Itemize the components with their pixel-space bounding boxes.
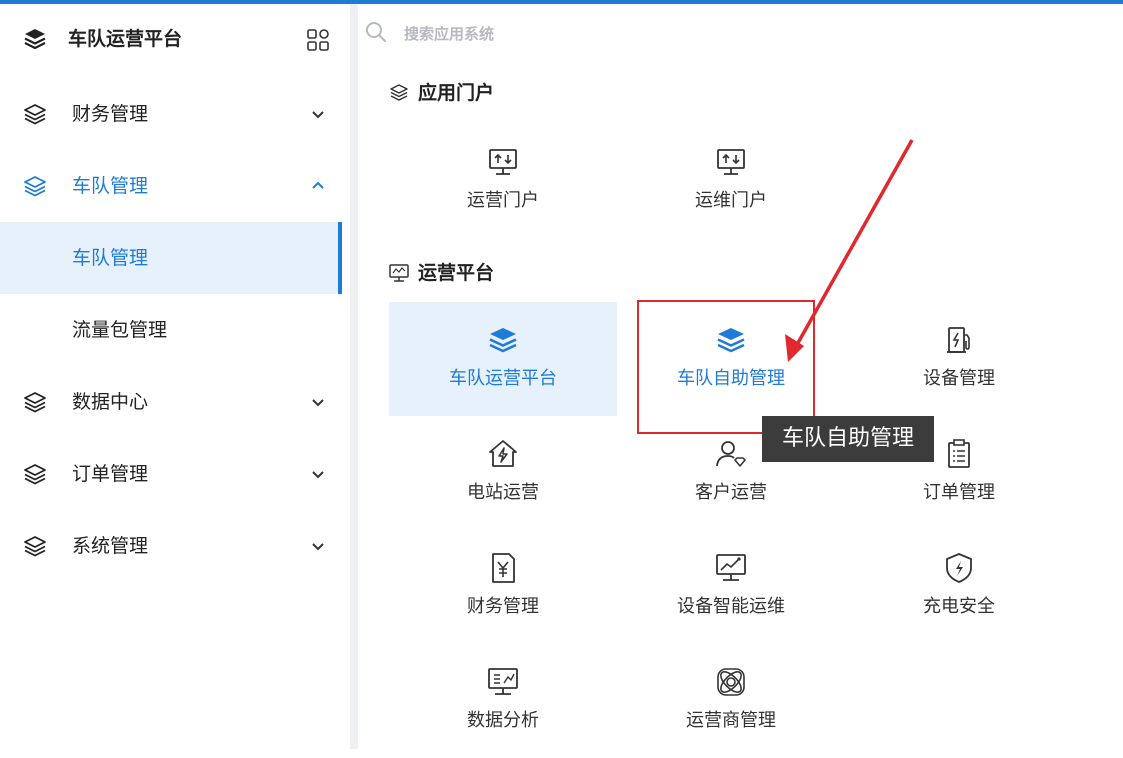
section-title-label: 运营平台 bbox=[418, 262, 495, 284]
sidebar-item-system[interactable]: 系统管理 bbox=[0, 510, 342, 582]
monitor-chart-icon bbox=[716, 554, 746, 581]
app-tile-label: 车队运营平台 bbox=[449, 368, 557, 389]
layers-icon bbox=[24, 176, 46, 197]
app-tile-charging-safety[interactable]: 充电安全 bbox=[845, 530, 1073, 644]
app-tile-label: 设备管理 bbox=[923, 368, 995, 389]
user-diamond-icon bbox=[716, 441, 746, 467]
sidebar-subitem-fleet-management[interactable]: 车队管理 bbox=[0, 222, 342, 294]
layers-icon bbox=[24, 536, 46, 557]
app-tile-label: 充电安全 bbox=[923, 596, 995, 617]
yen-doc-icon bbox=[492, 553, 515, 583]
sidebar: 车队运营平台 财务管理 车队管理 车队管理 流量包管理 数据中心 订单管理 系统… bbox=[0, 4, 350, 749]
app-tile-label: 电站运营 bbox=[467, 482, 539, 503]
monitor-icon bbox=[389, 264, 409, 282]
app-tile-label: 数据分析 bbox=[467, 710, 539, 731]
app-tile-data-analysis[interactable]: 数据分析 bbox=[389, 644, 617, 758]
sidebar-item-fleet[interactable]: 车队管理 bbox=[0, 150, 342, 222]
layers-logo-icon bbox=[24, 29, 46, 50]
app-tile-label: 运营商管理 bbox=[686, 710, 776, 731]
app-tile-label: 运营门户 bbox=[467, 190, 539, 211]
panel-divider bbox=[350, 4, 358, 749]
sidebar-subitem-label: 车队管理 bbox=[72, 247, 149, 269]
app-tile-operator-management[interactable]: 运营商管理 bbox=[617, 644, 845, 758]
house-bolt-icon bbox=[489, 440, 517, 467]
chevron-down-icon bbox=[312, 111, 324, 119]
app-tile-fleet-ops-platform[interactable]: 车队运营平台 bbox=[389, 302, 617, 416]
app-tile-maintenance-portal[interactable]: 运维门户 bbox=[617, 124, 845, 238]
monitor-sync-icon bbox=[717, 149, 745, 175]
layers-icon bbox=[717, 328, 745, 353]
sidebar-item-finance[interactable]: 财务管理 bbox=[0, 78, 342, 150]
layers-icon bbox=[24, 392, 46, 413]
app-tile-station-ops[interactable]: 电站运营 bbox=[389, 416, 617, 530]
app-grid-icon[interactable] bbox=[306, 28, 330, 52]
app-tile-fleet-self-service[interactable]: 车队自助管理 bbox=[617, 302, 845, 416]
app-launcher-panel: 应用门户 运营门户 运维门户 运营平台 bbox=[358, 4, 1123, 749]
app-tile-label: 运维门户 bbox=[695, 190, 767, 211]
app-tile-smart-maintenance[interactable]: 设备智能运维 bbox=[617, 530, 845, 644]
sidebar-item-data-center[interactable]: 数据中心 bbox=[0, 366, 342, 438]
sidebar-subitem-data-package[interactable]: 流量包管理 bbox=[0, 294, 342, 366]
layers-icon bbox=[24, 104, 46, 125]
app-tile-device-management[interactable]: 设备管理 bbox=[845, 302, 1073, 416]
search-bar bbox=[364, 18, 664, 48]
clipboard-icon bbox=[948, 439, 970, 468]
search-input[interactable] bbox=[402, 20, 656, 48]
atom-icon bbox=[717, 668, 745, 696]
layers-icon bbox=[24, 464, 46, 485]
sidebar-item-label: 系统管理 bbox=[72, 535, 149, 557]
chevron-down-icon bbox=[312, 399, 324, 407]
sidebar-item-orders[interactable]: 订单管理 bbox=[0, 438, 342, 510]
section-title-label: 应用门户 bbox=[418, 82, 495, 104]
app-tile-label: 财务管理 bbox=[467, 596, 539, 617]
layers-icon bbox=[489, 328, 517, 353]
shield-bolt-icon bbox=[946, 553, 972, 583]
app-tile-label: 订单管理 bbox=[923, 482, 995, 503]
sidebar-subitem-label: 流量包管理 bbox=[72, 319, 168, 341]
search-icon bbox=[366, 22, 386, 42]
chevron-down-icon bbox=[312, 543, 324, 551]
app-tile-finance-management[interactable]: 财务管理 bbox=[389, 530, 617, 644]
sidebar-header: 车队运营平台 bbox=[0, 4, 350, 76]
chevron-up-icon bbox=[312, 181, 324, 189]
charger-icon bbox=[947, 327, 970, 353]
tooltip: 车队自助管理 bbox=[762, 416, 934, 462]
monitor-analytics-icon bbox=[488, 668, 518, 695]
app-tile-ops-portal[interactable]: 运营门户 bbox=[389, 124, 617, 238]
sidebar-item-label: 财务管理 bbox=[72, 103, 149, 125]
sidebar-item-label: 订单管理 bbox=[72, 463, 149, 485]
layers-icon bbox=[390, 84, 408, 101]
sidebar-item-label: 数据中心 bbox=[72, 391, 149, 413]
app-title: 车队运营平台 bbox=[68, 28, 183, 50]
chevron-down-icon bbox=[312, 471, 324, 479]
monitor-sync-icon bbox=[489, 149, 517, 175]
sidebar-item-label: 车队管理 bbox=[72, 175, 149, 197]
app-tile-label: 车队自助管理 bbox=[677, 368, 785, 389]
app-tile-label: 客户运营 bbox=[695, 482, 767, 503]
app-tile-label: 设备智能运维 bbox=[677, 596, 785, 617]
